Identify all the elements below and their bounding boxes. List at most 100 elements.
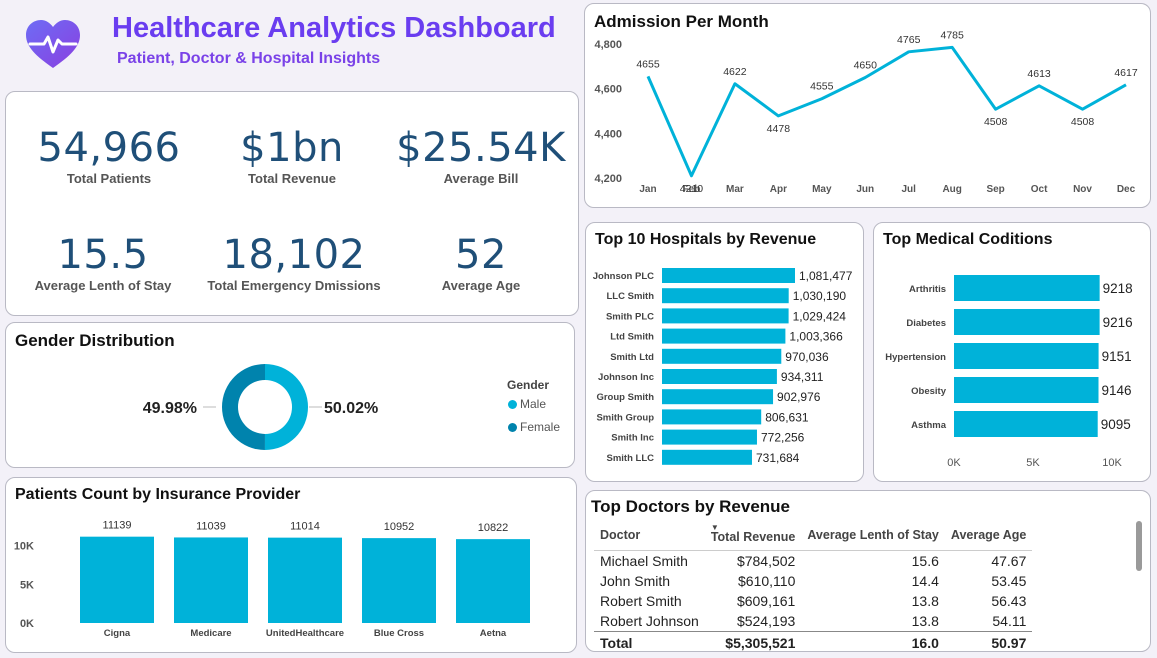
- cell-total-label: Total: [594, 631, 705, 653]
- category-label: Smith PLC: [606, 311, 654, 322]
- data-label: 4617: [1114, 67, 1138, 79]
- data-label: 4555: [810, 81, 834, 93]
- y-tick-label: 4,400: [594, 128, 622, 140]
- table-row[interactable]: Robert Johnson $524,193 13.8 54.11: [594, 611, 1032, 632]
- category-label: Diabetes: [906, 318, 946, 329]
- category-label: Aetna: [480, 628, 507, 639]
- column-header-total-revenue[interactable]: ▼ Total Revenue: [704, 521, 802, 551]
- value-label: 11014: [290, 521, 320, 533]
- table-row[interactable]: Michael Smith $784,502 15.6 47.67: [594, 551, 1032, 572]
- gender-donut-chart: 49.98% 50.02%: [143, 364, 378, 450]
- bar: [456, 539, 530, 623]
- table-row[interactable]: John Smith $610,110 14.4 53.45: [594, 571, 1032, 591]
- x-tick-label: Jul: [902, 184, 917, 195]
- kpi-average-bill: $25.54K Average Bill: [391, 125, 571, 186]
- category-label: Group Smith: [596, 392, 654, 403]
- kpi-value: 15.5: [57, 232, 149, 278]
- cell-doctor: John Smith: [600, 573, 671, 589]
- page-subtitle: Patient, Doctor & Hospital Insights: [117, 50, 381, 67]
- kpi-label: Average Age: [441, 278, 521, 293]
- kpi-label: Total Revenue: [248, 171, 336, 186]
- category-label: Obesity: [911, 386, 947, 397]
- category-label: LLC Smith: [607, 291, 655, 302]
- value-label: 10822: [478, 522, 509, 534]
- donut-slice-male: [264, 364, 308, 450]
- value-label: 9095: [1101, 417, 1131, 432]
- hospitals-card: Top 10 Hospitals by Revenue Johnson PLC 1…: [585, 222, 864, 482]
- kpi-total-revenue: $1bn Total Revenue: [202, 125, 382, 186]
- category-label: Smith Ltd: [610, 352, 654, 363]
- kpi-label: Total Emergency Dmissions: [207, 278, 381, 293]
- cell-age: 56.43: [991, 593, 1027, 609]
- bar: [662, 389, 774, 405]
- cell-stay: 13.8: [911, 593, 939, 609]
- gender-card: Gender Distribution 49.98% 50.02% Gender…: [5, 322, 575, 468]
- bar: [954, 411, 1098, 437]
- cell-doctor: Robert Johnson: [600, 613, 699, 629]
- column-header-avg-stay[interactable]: Average Lenth of Stay: [801, 521, 945, 551]
- heart-pulse-icon: [26, 20, 80, 68]
- table-scrollbar[interactable]: [1136, 521, 1142, 571]
- insurance-card: Patients Count by Insurance Provider 0K 5…: [5, 477, 577, 653]
- bar: [268, 537, 342, 623]
- category-label: Medicare: [190, 628, 231, 639]
- x-tick-label: 5K: [1026, 457, 1040, 469]
- column-header-label: Total Revenue: [710, 530, 796, 544]
- cell-doctor: Michael Smith: [600, 553, 688, 569]
- table-total-row: Total $5,305,521 16.0 50.97: [594, 631, 1033, 653]
- table-row[interactable]: Robert Smith $609,161 13.8 56.43: [594, 591, 1032, 611]
- kpi-value: 54,966: [37, 125, 181, 171]
- kpi-emergency-admissions: 18,102 Total Emergency Dmissions: [204, 232, 384, 293]
- kpi-card: 54,966 Total Patients $1bn Total Revenue…: [5, 91, 579, 316]
- conditions-card: Top Medical Coditions Arthritis 9218 Diabe…: [873, 222, 1151, 482]
- cell-revenue: $610,110: [738, 573, 796, 589]
- y-tick-label: 4,600: [594, 84, 622, 96]
- bar: [954, 309, 1100, 335]
- bar: [954, 275, 1100, 301]
- bar: [662, 369, 777, 384]
- value-label: 11139: [103, 520, 132, 532]
- kpi-value: $25.54K: [396, 125, 566, 171]
- x-tick-label: Sep: [986, 184, 1004, 195]
- bar: [174, 537, 248, 623]
- value-label: 9216: [1103, 315, 1133, 330]
- value-label: 9218: [1103, 281, 1133, 296]
- y-tick-label: 0K: [20, 618, 34, 630]
- x-tick-label: Dec: [1117, 184, 1136, 195]
- cell-revenue: $609,161: [736, 593, 796, 609]
- legend-item-female[interactable]: Female: [508, 420, 560, 434]
- cell-age: 54.11: [992, 613, 1027, 629]
- bar: [954, 343, 1099, 369]
- bar: [362, 538, 436, 623]
- legend-item-male[interactable]: Male: [508, 397, 546, 411]
- kpi-average-age: 52 Average Age: [391, 232, 571, 293]
- value-label: 1,029,424: [793, 309, 847, 323]
- kpi-label: Average Bill: [443, 171, 519, 186]
- x-tick-label: Aug: [942, 184, 961, 195]
- value-label: 1,030,190: [793, 289, 847, 303]
- data-label: 4655: [636, 58, 660, 70]
- admissions-card: Admission Per Month 4,200 4,400 4,600 4,800…: [584, 3, 1151, 208]
- bar: [954, 377, 1099, 403]
- data-label: 4210: [680, 183, 704, 195]
- value-label: 10952: [384, 521, 415, 533]
- column-header-avg-age[interactable]: Average Age: [944, 521, 1033, 551]
- value-label: 11039: [196, 520, 226, 532]
- legend-label: Male: [520, 397, 547, 411]
- value-label: 1,081,477: [799, 269, 853, 283]
- value-label: 1,003,366: [789, 330, 843, 344]
- doctors-card: Top Doctors by Revenue Doctor ▼ Total Rev…: [585, 490, 1151, 653]
- kpi-average-stay: 15.5 Average Lenth of Stay: [13, 232, 193, 293]
- kpi-value: 52: [455, 232, 507, 278]
- bar: [662, 308, 789, 324]
- cell-total-stay: 16.0: [801, 631, 945, 653]
- donut-label-left: 49.98%: [143, 400, 197, 417]
- data-label: 4765: [897, 34, 921, 46]
- y-tick-label: 4,800: [594, 39, 622, 51]
- column-header-doctor[interactable]: Doctor: [594, 521, 705, 551]
- x-tick-label: Jun: [856, 184, 874, 195]
- bar: [80, 536, 154, 623]
- bar: [662, 429, 757, 445]
- data-label: 4622: [723, 66, 747, 78]
- cell-stay: 15.6: [911, 553, 939, 569]
